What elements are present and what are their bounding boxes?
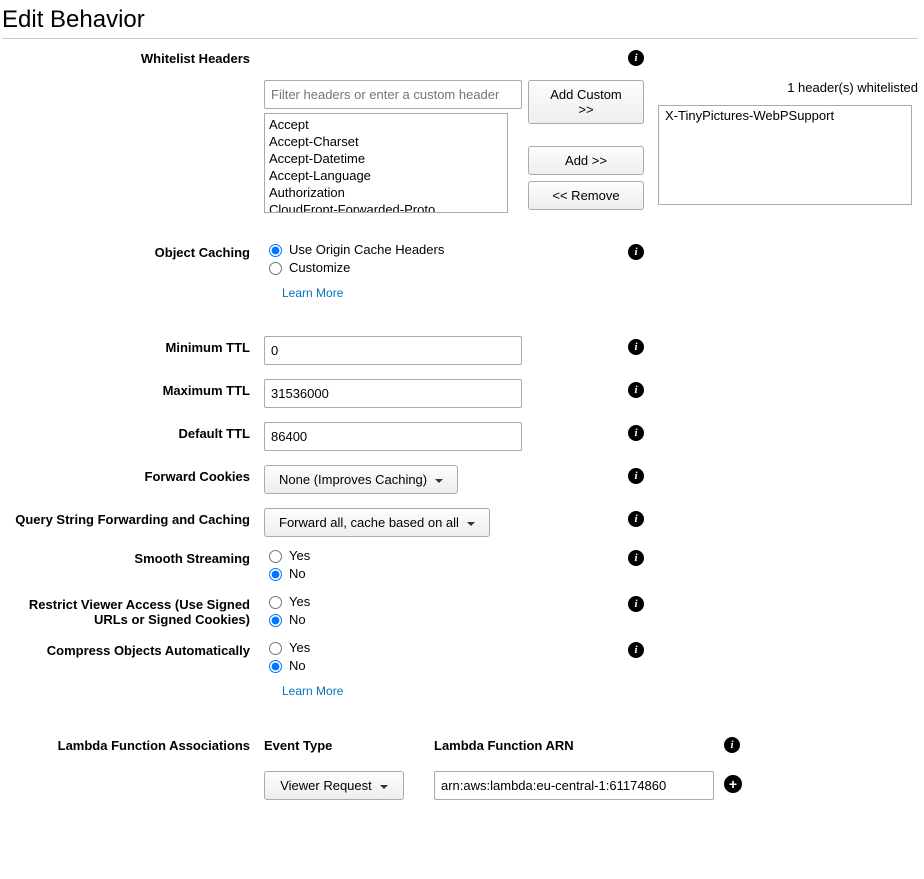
radio-customize[interactable] <box>269 262 282 275</box>
min-ttl-input[interactable] <box>264 336 522 365</box>
label-smooth-streaming: Smooth Streaming <box>2 547 264 583</box>
radio-label: Customize <box>289 260 350 275</box>
label-min-ttl: Minimum TTL <box>2 336 264 365</box>
add-custom-button[interactable]: Add Custom >> <box>528 80 644 124</box>
radio-label: Yes <box>289 640 310 655</box>
filter-headers-input[interactable] <box>264 80 522 109</box>
learn-more-link[interactable]: Learn More <box>282 286 343 300</box>
radio-smooth-yes[interactable] <box>269 550 282 563</box>
info-icon[interactable]: i <box>628 550 644 566</box>
info-icon[interactable]: i <box>628 642 644 658</box>
radio-restrict-yes[interactable] <box>269 596 282 609</box>
col-header-event-type: Event Type <box>264 734 434 753</box>
info-icon[interactable]: i <box>628 50 644 66</box>
label-forward-cookies: Forward Cookies <box>2 465 264 494</box>
list-item[interactable]: Accept-Charset <box>269 133 503 150</box>
info-icon[interactable]: i <box>628 596 644 612</box>
label-compress: Compress Objects Automatically <box>2 639 264 698</box>
info-icon[interactable]: i <box>724 737 740 753</box>
label-restrict-viewer: Restrict Viewer Access (Use Signed URLs … <box>2 593 264 629</box>
event-type-dropdown[interactable]: Viewer Request <box>264 771 404 800</box>
radio-label: Use Origin Cache Headers <box>289 242 444 257</box>
label-max-ttl: Maximum TTL <box>2 379 264 408</box>
list-item[interactable]: Accept <box>269 116 503 133</box>
learn-more-link[interactable]: Learn More <box>282 684 343 698</box>
querystring-dropdown[interactable]: Forward all, cache based on all <box>264 508 490 537</box>
list-item[interactable]: Authorization <box>269 184 503 201</box>
radio-restrict-no[interactable] <box>269 614 282 627</box>
info-icon[interactable]: i <box>628 468 644 484</box>
label-querystring: Query String Forwarding and Caching <box>2 508 264 537</box>
radio-compress-yes[interactable] <box>269 642 282 655</box>
radio-label: No <box>289 612 306 627</box>
plus-icon[interactable]: + <box>724 775 742 793</box>
radio-use-origin[interactable] <box>269 244 282 257</box>
radio-label: No <box>289 658 306 673</box>
info-icon[interactable]: i <box>628 511 644 527</box>
remove-button[interactable]: << Remove <box>528 181 644 210</box>
radio-compress-no[interactable] <box>269 660 282 673</box>
list-item[interactable]: X-TinyPictures-WebPSupport <box>665 108 905 123</box>
info-icon[interactable]: i <box>628 425 644 441</box>
label-whitelist-headers: Whitelist Headers <box>2 47 264 66</box>
info-icon[interactable]: i <box>628 382 644 398</box>
label-lambda: Lambda Function Associations <box>2 734 264 753</box>
list-item[interactable]: Accept-Datetime <box>269 150 503 167</box>
info-icon[interactable]: i <box>628 339 644 355</box>
label-object-caching: Object Caching <box>2 241 264 300</box>
whitelist-counter: 1 header(s) whitelisted <box>658 80 918 95</box>
label-default-ttl: Default TTL <box>2 422 264 451</box>
info-icon[interactable]: i <box>628 244 644 260</box>
radio-label: Yes <box>289 548 310 563</box>
add-button[interactable]: Add >> <box>528 146 644 175</box>
col-header-lambda-arn: Lambda Function ARN <box>434 734 724 753</box>
forward-cookies-dropdown[interactable]: None (Improves Caching) <box>264 465 458 494</box>
page-title: Edit Behavior <box>2 6 918 39</box>
available-headers-list[interactable]: Accept Accept-Charset Accept-Datetime Ac… <box>264 113 508 213</box>
radio-smooth-no[interactable] <box>269 568 282 581</box>
max-ttl-input[interactable] <box>264 379 522 408</box>
default-ttl-input[interactable] <box>264 422 522 451</box>
lambda-arn-input[interactable] <box>434 771 714 800</box>
radio-label: No <box>289 566 306 581</box>
list-item[interactable]: CloudFront-Forwarded-Proto <box>269 201 503 213</box>
whitelisted-headers-list[interactable]: X-TinyPictures-WebPSupport <box>658 105 912 205</box>
radio-label: Yes <box>289 594 310 609</box>
list-item[interactable]: Accept-Language <box>269 167 503 184</box>
